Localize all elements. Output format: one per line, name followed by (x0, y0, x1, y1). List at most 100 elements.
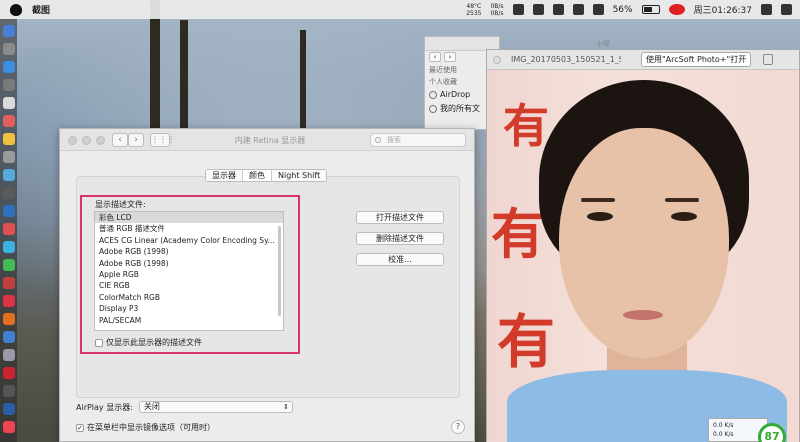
airplay-select[interactable]: 关闭 ⇕ (138, 401, 293, 413)
app-icon[interactable] (3, 97, 15, 109)
profile-row[interactable]: Adobe RGB (1998) (95, 246, 283, 257)
fan-value: 2535 (466, 9, 482, 17)
profile-row[interactable]: Apple RGB (95, 269, 283, 280)
app-icon[interactable] (3, 403, 15, 415)
photo-sign-text: 有 (503, 99, 549, 153)
help-button[interactable]: ? (451, 420, 465, 434)
network-speed-readout[interactable]: 0B/s 0B/s (490, 3, 503, 17)
show-only-label: 仅显示此显示器的描述文件 (106, 338, 202, 347)
launchpad-icon[interactable] (3, 43, 15, 55)
viewer-filename: IMG_20170503_150521_1_SNAP.j... (511, 55, 621, 64)
profile-row[interactable]: Adobe RGB (1998) (95, 258, 283, 269)
safari-icon[interactable] (3, 61, 15, 73)
app-icon[interactable] (3, 223, 15, 235)
menu-app-name[interactable]: 截图 (32, 3, 50, 16)
app-icon[interactable] (3, 367, 15, 379)
photo-face (559, 128, 729, 358)
open-with-button[interactable]: 使用"ArcSoft Photo+"打开 (641, 52, 752, 67)
photo-brow (581, 198, 615, 202)
net-down-value: 0B/s (490, 9, 504, 17)
show-only-checkbox[interactable] (95, 338, 103, 347)
tab-color[interactable]: 颜色 (243, 170, 272, 181)
profile-row[interactable]: Display P3 (95, 303, 283, 314)
show-only-option[interactable]: 仅显示此显示器的描述文件 (95, 337, 202, 348)
delete-profile-button[interactable]: 删除描述文件 (356, 232, 444, 245)
profile-row[interactable]: 普通 RGB 描述文件 (95, 223, 283, 234)
apple-icon[interactable] (10, 3, 22, 16)
forward-button[interactable]: › (444, 52, 456, 62)
show-all-grid-icon[interactable]: ⋮⋮⋮ (150, 133, 175, 147)
viewer-titlebar[interactable]: IMG_20170503_150521_1_SNAP.j... 使用"ArcSo… (487, 50, 799, 70)
app-icon[interactable] (3, 313, 15, 325)
profile-row[interactable]: ColorMatch RGB (95, 292, 283, 303)
notification-center-icon[interactable] (781, 4, 792, 15)
close-button[interactable] (68, 136, 77, 145)
calendar-icon[interactable] (3, 115, 15, 127)
window-title: 内建 Retina 显示器 (234, 136, 306, 145)
airdrop-icon (429, 90, 437, 99)
temperature-value: 48°C (466, 2, 482, 10)
tab-bar: 显示器 颜色 Night Shift (205, 169, 328, 182)
dock (0, 19, 17, 442)
net-up-value: 0B/s (490, 2, 504, 10)
photo-eye (671, 212, 697, 221)
image-viewer-window[interactable]: IMG_20170503_150521_1_SNAP.j... 使用"ArcSo… (486, 49, 800, 442)
sidebar-item-label: AirDrop (440, 90, 471, 99)
app-icon[interactable] (3, 169, 15, 181)
temperature-readout[interactable]: 48°C 2535 (466, 3, 481, 17)
calibrate-button[interactable]: 校准... (356, 253, 444, 266)
profiles-list[interactable]: 彩色 LCD 普通 RGB 描述文件 ACES CG Linear (Acade… (94, 211, 284, 331)
input-source-icon[interactable] (668, 4, 685, 15)
list-scrollbar[interactable] (278, 226, 281, 316)
chevron-updown-icon: ⇕ (283, 403, 289, 411)
app-icon[interactable] (3, 79, 15, 91)
menu-clock[interactable]: 周三01:26:37 (694, 3, 752, 16)
prefs-titlebar[interactable]: ‹ › ⋮⋮⋮ 内建 Retina 显示器 搜索 (60, 129, 474, 151)
mirror-option[interactable]: ✓ 在菜单栏中显示镜像选项（可用时） (76, 422, 215, 433)
minimize-button[interactable] (82, 136, 91, 145)
share-icon[interactable] (763, 54, 774, 65)
app-icon[interactable] (3, 421, 15, 433)
app-status-icon[interactable] (512, 4, 524, 15)
close-button[interactable] (493, 55, 501, 64)
tab-display[interactable]: 显示器 (206, 170, 243, 181)
mirror-checkbox[interactable]: ✓ (76, 423, 84, 432)
app-icon[interactable] (3, 187, 15, 199)
app-icon[interactable] (3, 331, 15, 343)
system-preferences-icon[interactable] (3, 151, 15, 163)
app-icon[interactable] (3, 295, 15, 307)
app-icon[interactable] (3, 205, 15, 217)
net-down-speed: 0.0 K/s (713, 431, 734, 438)
wifi-icon[interactable] (572, 4, 584, 15)
volume-icon[interactable] (592, 4, 604, 15)
back-button[interactable]: ‹ (429, 52, 441, 62)
tab-night-shift[interactable]: Night Shift (272, 170, 326, 181)
battery-percent[interactable]: 56% (613, 5, 633, 15)
net-up-speed: 0.0 K/s (713, 422, 734, 429)
profile-row[interactable]: PAL/SECAM (95, 315, 283, 326)
notes-icon[interactable] (3, 133, 15, 145)
display-icon[interactable] (532, 4, 544, 15)
back-button[interactable]: ‹ (112, 133, 128, 147)
profile-row[interactable]: CIE RGB (95, 280, 283, 291)
profile-row[interactable]: 彩色 LCD (95, 212, 283, 224)
search-input[interactable]: 搜索 (370, 133, 466, 147)
finder-icon[interactable] (3, 25, 15, 37)
profile-row[interactable]: ACES CG Linear (Academy Color Encoding S… (95, 235, 283, 246)
wechat-icon[interactable] (3, 259, 15, 271)
wallpaper-tree (180, 20, 188, 130)
photo-sign-text: 有 (491, 203, 545, 266)
battery-icon[interactable] (641, 5, 660, 14)
forward-button[interactable]: › (128, 133, 144, 147)
zoom-button[interactable] (96, 136, 105, 145)
display-preferences-window[interactable]: ‹ › ⋮⋮⋮ 内建 Retina 显示器 搜索 显示器 颜色 Night Sh… (59, 128, 475, 442)
app-icon[interactable] (3, 277, 15, 289)
profiles-highlight-box: 显示描述文件: 彩色 LCD 普通 RGB 描述文件 ACES CG Linea… (80, 195, 300, 354)
app-icon[interactable] (3, 385, 15, 397)
app-icon[interactable] (3, 349, 15, 361)
photo-eye (587, 212, 613, 221)
search-icon[interactable] (761, 4, 772, 15)
app-icon[interactable] (3, 241, 15, 253)
open-profile-button[interactable]: 打开描述文件 (356, 211, 444, 224)
bluetooth-icon[interactable] (552, 4, 564, 15)
